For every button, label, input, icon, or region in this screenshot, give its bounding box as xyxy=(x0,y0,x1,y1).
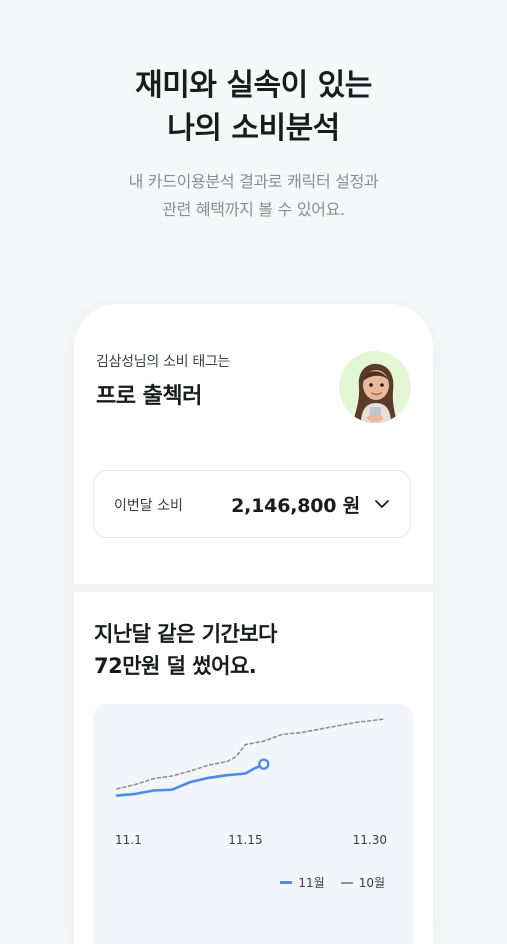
chart-legend: 11월 10월 xyxy=(280,874,385,891)
tag-caption: 김삼성님의 소비 태그는 xyxy=(96,354,231,370)
comparison-line1: 지난달 같은 기간보다 xyxy=(94,622,278,646)
spend-amount: 2,146,800 원 xyxy=(231,495,360,517)
series-line-previous xyxy=(116,718,384,790)
series-line-current xyxy=(115,762,266,797)
chevron-down-icon[interactable] xyxy=(374,497,390,511)
phone-mockup: 김삼성님의 소비 태그는 프로 출첵러 이번달 소비 2,146,800 원 지… xyxy=(74,304,433,944)
tag-name: 프로 출첵러 xyxy=(96,384,202,409)
hero-subtitle-line1: 내 카드이용분석 결과로 캐릭터 설정과 xyxy=(128,172,379,191)
legend-item-current: 11월 xyxy=(280,874,325,891)
hero-subtitle-line2: 관련 혜택까지 볼 수 있어요. xyxy=(162,200,345,219)
spend-label: 이번달 소비 xyxy=(114,498,183,514)
legend-swatch-solid xyxy=(280,881,293,884)
legend-label-previous: 10월 xyxy=(358,876,385,890)
legend-item-previous: 10월 xyxy=(340,874,385,891)
profile-card: 김삼성님의 소비 태그는 프로 출첵러 이번달 소비 2,146,800 원 xyxy=(74,304,433,584)
spending-chart: 11.1 11.15 11.30 11월 10월 xyxy=(93,704,413,944)
spending-chart-svg: 11.1 11.15 11.30 xyxy=(115,718,387,847)
legend-label-current: 11월 xyxy=(298,876,325,890)
legend-swatch-dashed xyxy=(340,881,353,884)
hero-title-line2: 나의 소비분석 xyxy=(167,111,340,146)
hero-title-line1: 재미와 실속이 있는 xyxy=(135,68,372,103)
x-tick-label: 11.1 xyxy=(115,833,142,847)
section-divider xyxy=(74,584,433,592)
x-tick-label: 11.15 xyxy=(228,833,262,847)
comparison-message: 지난달 같은 기간보다 72만원 덜 썼어요. xyxy=(94,618,278,682)
hero-subtitle: 내 카드이용분석 결과로 캐릭터 설정과 관련 혜택까지 볼 수 있어요. xyxy=(0,168,507,224)
comparison-line2: 72만원 덜 썼어요. xyxy=(94,654,257,678)
monthly-spend-selector[interactable]: 이번달 소비 2,146,800 원 xyxy=(93,470,411,538)
character-avatar-icon[interactable] xyxy=(339,351,411,423)
x-tick-label: 11.30 xyxy=(353,833,387,847)
current-point-marker[interactable] xyxy=(258,758,270,770)
hero-title: 재미와 실속이 있는 나의 소비분석 xyxy=(0,64,507,150)
